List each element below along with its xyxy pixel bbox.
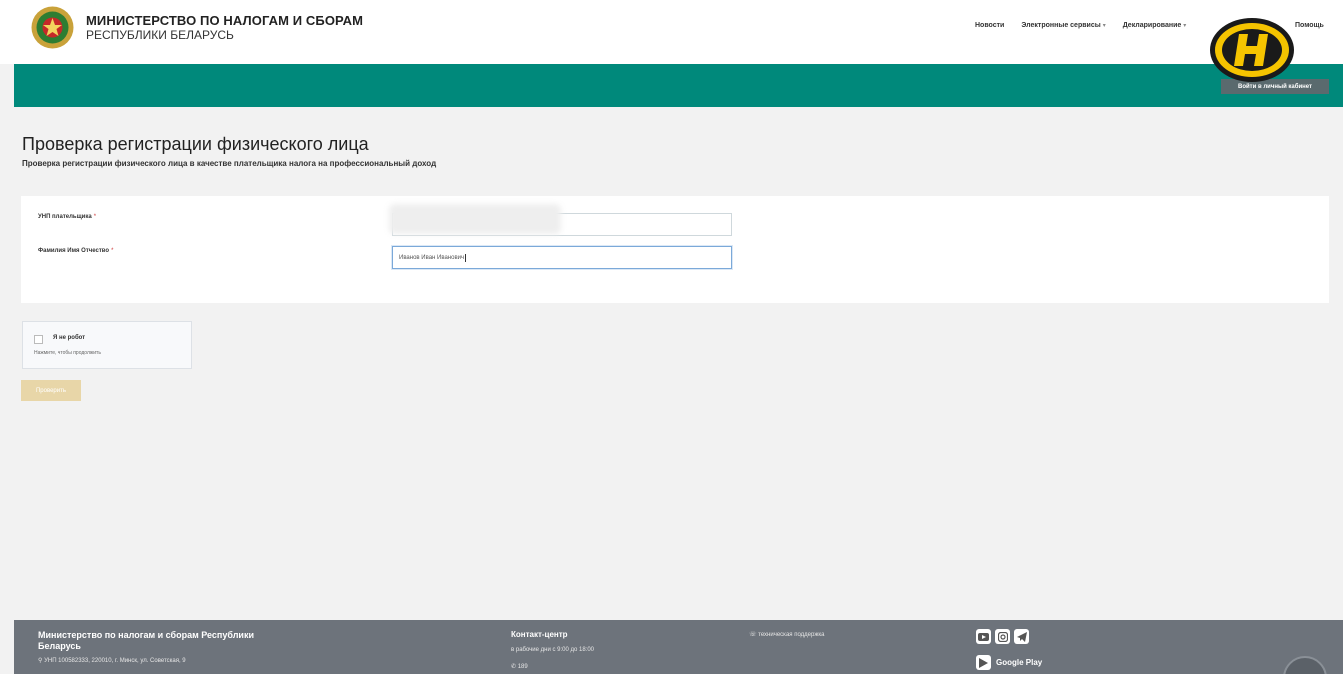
footer-support-link[interactable]: ☏ техническая поддержка <box>749 631 824 638</box>
footer-contact-title: Контакт-центр <box>511 630 568 639</box>
telegram-icon[interactable] <box>1014 629 1029 644</box>
site-footer: Министерство по налогам и сборам Республ… <box>14 620 1343 674</box>
chevron-down-icon: ▾ <box>1102 23 1106 29</box>
nav-item-help[interactable]: Помощь <box>1295 22 1324 29</box>
fio-input-value: Иванов Иван Иванович <box>399 254 465 261</box>
redacted-overlay <box>389 204 561 234</box>
google-play-icon <box>976 655 991 670</box>
unp-label: УНП плательщика * <box>38 214 96 220</box>
page-subtitle: Проверка регистрации физического лица в … <box>22 159 437 168</box>
footer-address-text: УНП 100582333, 220010, г. Минск, ул. Сов… <box>44 658 186 664</box>
required-mark: * <box>93 214 97 220</box>
youtube-icon[interactable] <box>976 629 991 644</box>
brand-title[interactable]: МИНИСТЕРСТВО ПО НАЛОГАМ И СБОРАМ <box>86 13 363 28</box>
social-links <box>976 629 1029 644</box>
footer-contact-hours: в рабочие дни с 9:00 до 18:00 <box>511 647 595 653</box>
nav-item-news[interactable]: Новости <box>975 22 1004 29</box>
page-title: Проверка регистрации физического лица <box>22 134 369 154</box>
nav-item-declaration[interactable]: Декларирование ▾ <box>1123 22 1187 29</box>
footer-phone-number: 189 <box>517 664 528 670</box>
nav-item-label: Электронные сервисы <box>1021 22 1101 29</box>
google-play-link[interactable]: Google Play <box>976 655 1042 670</box>
check-form: УНП плательщика * Фамилия Имя Отчество * И… <box>21 196 1329 303</box>
channel-logo-icon <box>1210 18 1294 82</box>
captcha-widget: Я не робот Нажмите, чтобы продолжить <box>22 321 192 369</box>
unp-label-text: УНП плательщика <box>38 214 92 220</box>
page: МИНИСТЕРСТВО ПО НАЛОГАМ И СБОРАМ РЕСПУБЛ… <box>0 0 1343 674</box>
captcha-checkbox[interactable] <box>34 335 43 344</box>
text-caret <box>465 253 467 262</box>
fio-label: Фамилия Имя Отчество * <box>38 248 113 254</box>
fio-input[interactable]: Иванов Иван Иванович <box>392 246 732 269</box>
nav-item-label: Новости <box>975 22 1005 29</box>
footer-address: ⚲ УНП 100582333, 220010, г. Минск, ул. С… <box>38 657 186 664</box>
footer-support-text: техническая поддержка <box>758 632 825 638</box>
chevron-down-icon: ▾ <box>1183 23 1187 29</box>
captcha-hint: Нажмите, чтобы продолжить <box>34 350 101 356</box>
nav-item-e-services[interactable]: Электронные сервисы ▾ <box>1021 22 1105 29</box>
nav-item-label: Декларирование <box>1122 22 1182 29</box>
brand-subtitle[interactable]: РЕСПУБЛИКИ БЕЛАРУСЬ <box>86 28 234 42</box>
footer-org-name: Министерство по налогам и сборам Республ… <box>38 630 254 651</box>
captcha-label: Я не робот <box>53 335 86 341</box>
check-button[interactable]: Проверить <box>21 380 81 401</box>
site-header: МИНИСТЕРСТВО ПО НАЛОГАМ И СБОРАМ РЕСПУБЛ… <box>0 0 1343 64</box>
phone-icon: ✆ <box>511 664 518 670</box>
instagram-icon[interactable] <box>995 629 1010 644</box>
fio-label-text: Фамилия Имя Отчество <box>38 248 110 254</box>
emblem-icon[interactable] <box>30 5 75 50</box>
header-band <box>14 64 1343 107</box>
support-icon: ☏ <box>749 632 759 638</box>
required-mark: * <box>111 248 114 254</box>
main-nav: Новости Электронные сервисы ▾ Декларирова… <box>975 22 1186 29</box>
footer-phone[interactable]: ✆ 189 <box>511 663 528 670</box>
google-play-label: Google Play <box>996 658 1043 667</box>
